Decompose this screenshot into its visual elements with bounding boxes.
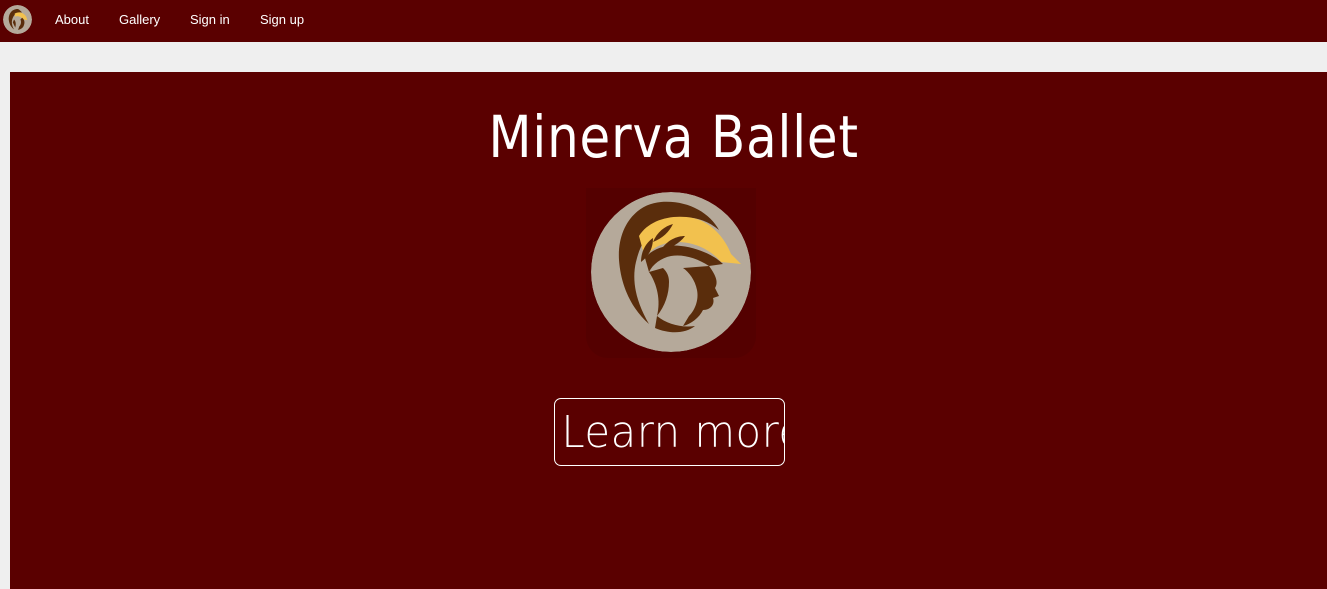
athena-helmet-emblem-icon [591,192,751,352]
nav-link-sign-in[interactable]: Sign in [190,12,230,28]
home-logo-link[interactable] [3,5,32,34]
nav-link-sign-up[interactable]: Sign up [260,12,304,28]
hero-title: Minerva Ballet [488,103,859,171]
top-navbar: About Gallery Sign in Sign up [0,0,1327,42]
learn-more-button[interactable]: Learn more [554,398,785,466]
hero-section: Minerva Ballet Learn more [10,72,1327,589]
learn-more-label: Learn more [561,407,785,458]
hero-emblem [591,192,751,352]
hero-emblem-frame [586,188,756,358]
nav-link-gallery[interactable]: Gallery [119,12,160,28]
nav-link-about[interactable]: About [55,12,89,28]
athena-helmet-logo-icon [3,5,32,34]
